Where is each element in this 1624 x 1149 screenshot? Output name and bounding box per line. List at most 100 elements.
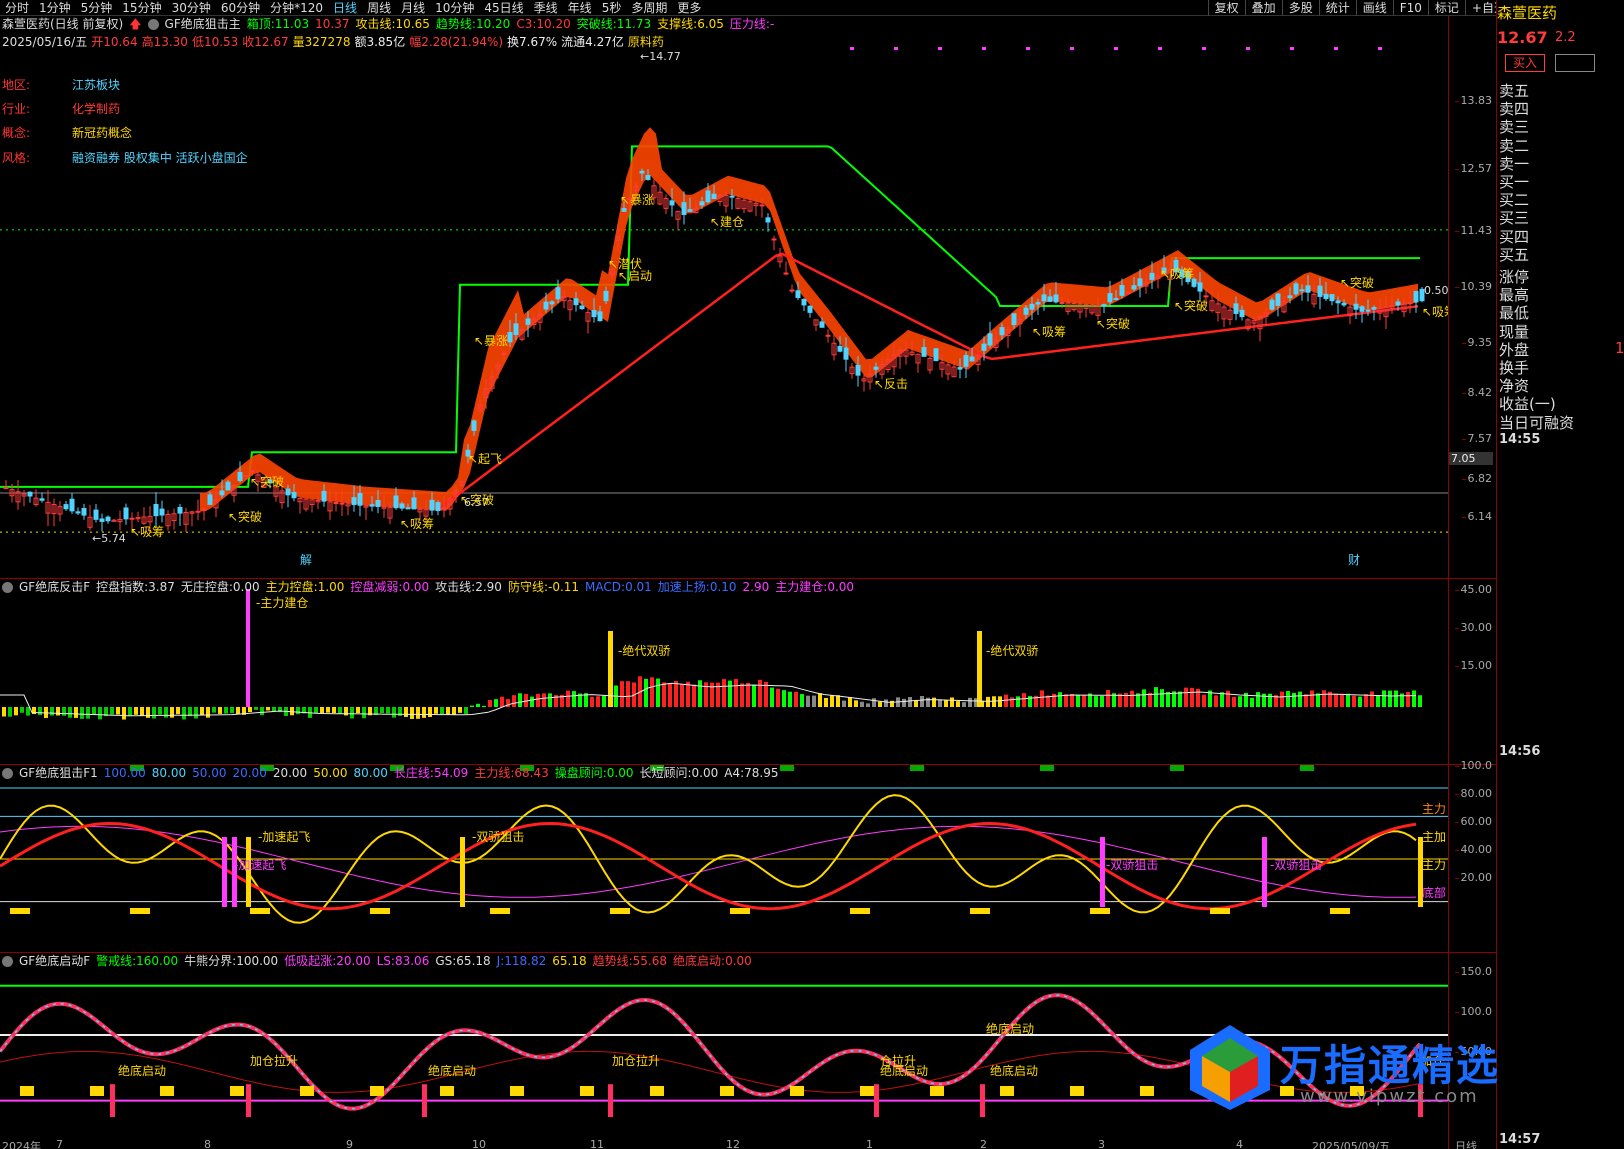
candle-body — [1299, 289, 1305, 292]
signal-dot — [1202, 47, 1206, 50]
candle-body — [105, 516, 111, 522]
candle-body — [81, 508, 87, 516]
sell-button[interactable] — [1555, 54, 1595, 72]
candle-body — [339, 502, 345, 505]
bottom-signal-block — [1140, 1086, 1154, 1096]
fanji-bar — [818, 693, 822, 707]
fanji-bar — [1070, 693, 1074, 707]
candle-body — [555, 287, 561, 300]
period-tab[interactable]: 15分钟 — [117, 0, 166, 16]
period-tab[interactable]: 日线 — [328, 0, 362, 16]
value-number: 11.73 — [616, 17, 652, 31]
candle-body — [333, 502, 339, 505]
bottom-signal-block — [730, 908, 750, 914]
juji-chart[interactable]: -加速起飞 -双骄狙击-加速起飞 -双骄狙击 -双骄狙击主力主加主力底部 — [0, 765, 1448, 953]
turnover-value: 换7.67% — [507, 35, 558, 49]
fanji-axis: 45.00 30.00 15.00 — [1448, 579, 1496, 764]
period-tab[interactable]: 季线 — [529, 0, 563, 16]
period-tab[interactable]: 月线 — [396, 0, 430, 16]
indicator-name[interactable]: GF绝底狙击主 — [165, 17, 241, 32]
buy-button[interactable]: 买入 — [1505, 54, 1545, 72]
fanji-bar — [1340, 693, 1344, 707]
toolbar-button[interactable]: 画线 — [1355, 0, 1393, 16]
indicator-value: C3:10.20 — [516, 17, 570, 32]
event-label: ↖突破 — [250, 474, 284, 489]
bottom-signal-block — [370, 908, 390, 914]
period-tab[interactable]: 年线 — [563, 0, 597, 16]
fanji-bar — [686, 681, 690, 707]
juji-indicator-panel[interactable]: -加速起飞 -双骄狙击 -加速起飞 -双骄狙击 -双骄狙击 主力 主加 主力 底部 GF绝底狙击… — [0, 759, 1496, 953]
value-number: - — [769, 17, 775, 31]
settings-gear-icon[interactable] — [2, 768, 13, 779]
candle-body — [705, 190, 711, 203]
fanji-bar — [1148, 692, 1152, 707]
period-tab[interactable]: 分时 — [0, 0, 34, 16]
value-number: 0.00 — [606, 766, 634, 780]
candle-body — [93, 509, 99, 520]
toolbar-button[interactable]: 多股 — [1281, 0, 1319, 16]
fanji-bar — [1202, 694, 1206, 707]
value-number: 83.06 — [394, 954, 430, 968]
period-tab[interactable]: 45日线 — [479, 0, 528, 16]
indicator-name[interactable]: GF绝底启动F — [19, 954, 90, 969]
qidong-signal-label: 绝底启动 — [986, 1021, 1034, 1036]
period-tab[interactable]: 分钟*120 — [265, 0, 328, 16]
candle-body — [1149, 272, 1155, 280]
candle-body — [375, 500, 381, 508]
toolbar-button[interactable]: 叠加 — [1244, 0, 1282, 16]
profile-row: 风格: 融资融券 股权集中 活跃小盘国企 — [2, 149, 248, 166]
settings-gear-icon[interactable] — [2, 956, 13, 967]
fanji-bar — [902, 698, 906, 707]
period-tab[interactable]: 多周期 — [626, 0, 672, 16]
bottom-signal-block — [300, 1086, 314, 1096]
fanji-indicator-panel[interactable]: -主力建仓 -绝代双骄 -绝代双骄 GF绝底反击F 控盘指数:3.87 无庄控盘:0.… — [0, 579, 1496, 765]
waipan-value: 1 — [1615, 338, 1624, 357]
fanji-bar — [884, 699, 888, 707]
value-number: 0.00 — [402, 580, 430, 594]
fanji-chart[interactable]: -主力建仓 -绝代双骄 -绝代双骄 — [0, 579, 1448, 765]
date-tick-label: 1 — [866, 1138, 873, 1149]
period-tab[interactable]: 60分钟 — [216, 0, 265, 16]
period-tab[interactable]: 周线 — [362, 0, 396, 16]
fanji-bar — [86, 707, 90, 719]
main-kline-panel[interactable]: ←14.77 ←5.74 6.57 0.50 ↖吸筹 ↖突破 ↖突破 ↖突破 ↖吸筹 ↖起飞 ↖暴涨… — [0, 16, 1496, 579]
candle-body — [285, 488, 291, 496]
value-number: 10.20 — [536, 17, 571, 31]
period-tab[interactable]: 更多 — [672, 0, 706, 16]
candle-body — [429, 499, 435, 511]
kline-chart[interactable]: ←14.77←5.746.570.50↖吸筹↖突破↖突破↖突破↖吸筹↖起飞↖暴涨… — [0, 16, 1448, 579]
event-label: ↖突破 — [1174, 298, 1208, 313]
toolbar-button[interactable]: F10 — [1392, 0, 1428, 16]
toolbar-button[interactable]: 标记 — [1427, 0, 1465, 16]
indicator-value: 趋势线:55.68 — [593, 954, 667, 969]
fanji-bar — [746, 682, 750, 707]
fanji-bar — [1004, 694, 1008, 707]
indicator-value: 80.00 — [354, 766, 388, 781]
indicator-value: 20.00 — [273, 766, 307, 781]
fanji-bar — [80, 707, 84, 719]
candle-body — [1203, 295, 1209, 298]
fanji-bar — [1178, 691, 1182, 707]
period-tab[interactable]: 10分钟 — [430, 0, 479, 16]
event-label: ↖建仓 — [710, 215, 744, 229]
period-tab[interactable]: 5分钟 — [76, 0, 118, 16]
fanji-bar — [590, 696, 594, 707]
fanji-bar — [734, 679, 738, 707]
candle-body — [1293, 283, 1299, 295]
candle-body — [963, 355, 969, 367]
candle-body — [99, 518, 105, 522]
period-tab[interactable]: 30分钟 — [167, 0, 216, 16]
fanji-header: GF绝底反击F 控盘指数:3.87 无庄控盘:0.00 主力控盘:1.00 控盘减弱:… — [2, 580, 854, 595]
high-label: ←14.77 — [640, 50, 681, 63]
settings-gear-icon[interactable] — [2, 582, 13, 593]
indicator-value: 主力线:68.43 — [474, 766, 548, 781]
bottom-signal-block — [1210, 908, 1230, 914]
toolbar-button[interactable]: 复权 — [1207, 0, 1245, 16]
indicator-name[interactable]: GF绝底反击F — [19, 580, 90, 595]
period-tab[interactable]: 1分钟 — [34, 0, 76, 16]
fanji-bar — [392, 707, 396, 718]
settings-gear-icon[interactable] — [147, 19, 159, 30]
period-tab[interactable]: 5秒 — [597, 0, 627, 16]
indicator-name[interactable]: GF绝底狙击F1 — [19, 766, 98, 781]
toolbar-button[interactable]: 统计 — [1318, 0, 1356, 16]
